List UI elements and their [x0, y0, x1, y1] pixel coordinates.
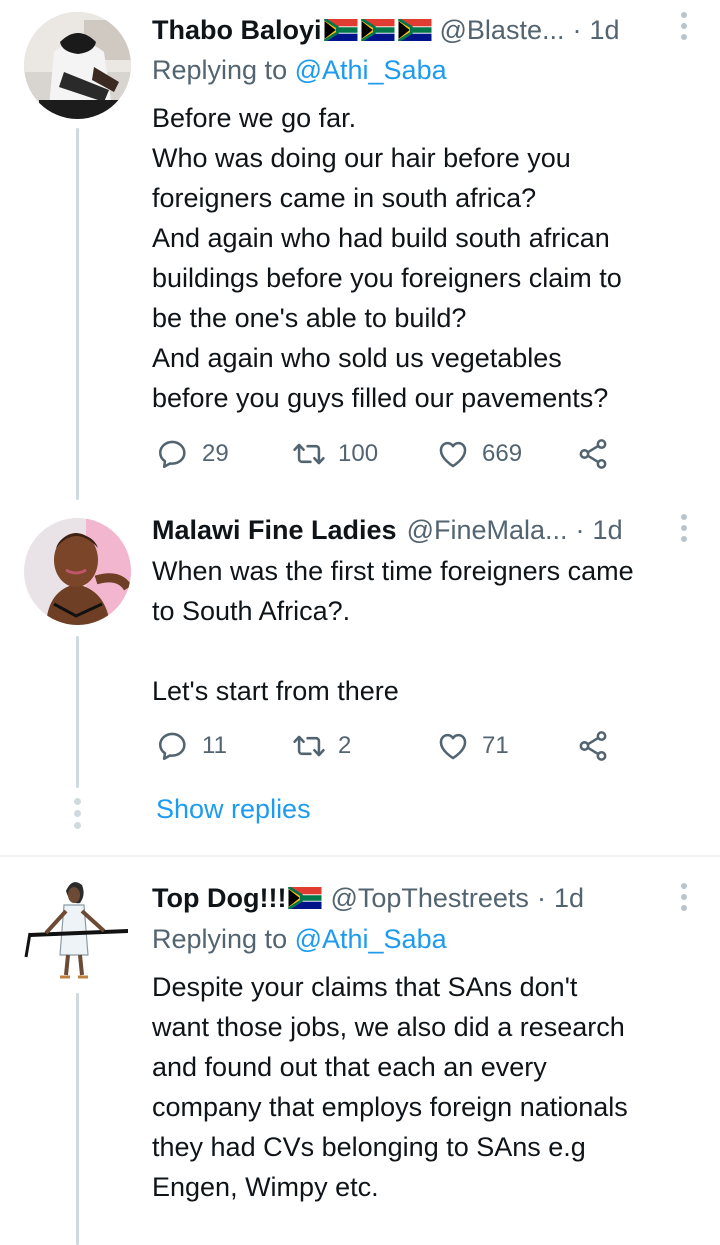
- display-name[interactable]: Top Dog!!!: [152, 883, 286, 914]
- thread-line: [76, 128, 79, 500]
- text-line: before you guys filled our pavements?: [152, 383, 609, 413]
- reply-count: 29: [202, 440, 229, 467]
- tweet-text: Despite your claims that SAns don't want…: [152, 967, 712, 1207]
- replying-to-label: Replying to: [152, 924, 295, 954]
- south-africa-flag-icon: [324, 19, 358, 41]
- more-options-icon[interactable]: [680, 12, 688, 40]
- text-line: want those jobs, we also did a research: [152, 1012, 625, 1042]
- replying-to: Replying to @Athi_Saba: [152, 924, 447, 955]
- separator-dot: ·: [575, 514, 585, 545]
- reply-button[interactable]: 29: [156, 437, 229, 471]
- reply-icon: [156, 437, 190, 471]
- retweet-button[interactable]: 100: [292, 437, 378, 471]
- text-line: they had CVs belonging to SAns e.g: [152, 1132, 586, 1162]
- flag-emojis: [324, 19, 432, 41]
- tweet-header: Top Dog!!! @TopThestreets · 1d: [152, 878, 692, 918]
- text-line: Let's start from there: [152, 676, 399, 706]
- tweet-header: Malawi Fine Ladies @FineMala... · 1d: [152, 510, 692, 550]
- separator-dot: ·: [536, 882, 546, 913]
- thread-continuation-dots: [74, 798, 81, 829]
- tweet-header: Thabo Baloyi @Blaste... · 1d: [152, 10, 692, 50]
- text-line: foreigners came in south africa?: [152, 183, 537, 213]
- retweet-count: 2: [338, 732, 352, 759]
- mention-link[interactable]: @Athi_Saba: [295, 55, 447, 85]
- tweet-text: Before we go far. Who was doing our hair…: [152, 98, 712, 418]
- user-handle[interactable]: @Blaste...: [440, 15, 565, 46]
- more-options-icon[interactable]: [680, 514, 688, 542]
- like-count: 71: [482, 732, 509, 759]
- retweet-icon: [292, 437, 326, 471]
- like-button[interactable]: 71: [436, 729, 509, 763]
- text-line: to South Africa?.: [152, 596, 351, 626]
- replying-to-label: Replying to: [152, 55, 295, 85]
- text-line: Who was doing our hair before you: [152, 143, 571, 173]
- reply-button[interactable]: 11: [156, 729, 227, 763]
- timestamp[interactable]: 1d: [593, 515, 623, 546]
- share-button[interactable]: [576, 729, 610, 763]
- share-button[interactable]: [576, 437, 610, 471]
- text-line: When was the first time foreigners came: [152, 556, 634, 586]
- share-icon: [576, 437, 610, 471]
- text-line: buildings before you foreigners claim to: [152, 263, 622, 293]
- retweet-count: 100: [338, 440, 379, 467]
- user-handle[interactable]: @TopThestreets: [330, 883, 529, 914]
- like-button[interactable]: 669: [436, 437, 522, 471]
- heart-icon: [436, 437, 470, 471]
- like-count: 669: [482, 440, 523, 467]
- south-africa-flag-icon: [398, 19, 432, 41]
- show-replies-link[interactable]: Show replies: [156, 794, 311, 825]
- heart-icon: [436, 729, 470, 763]
- user-handle[interactable]: @FineMala...: [407, 515, 568, 546]
- reply-count: 11: [202, 732, 227, 759]
- text-line: be the one's able to build?: [152, 303, 467, 333]
- flag-emojis: [288, 887, 322, 909]
- timestamp[interactable]: 1d: [589, 15, 619, 46]
- tweet-malawi-fine-ladies[interactable]: Malawi Fine Ladies @FineMala... · 1d Whe…: [0, 500, 720, 855]
- thread-line: [76, 993, 79, 1245]
- tweet-text: When was the first time foreigners came …: [152, 551, 712, 711]
- retweet-button[interactable]: 2: [292, 729, 351, 763]
- more-options-icon[interactable]: [680, 883, 688, 911]
- reply-icon: [156, 729, 190, 763]
- timestamp[interactable]: 1d: [554, 883, 584, 914]
- text-line: company that employs foreign nationals: [152, 1092, 628, 1122]
- thread-line: [76, 636, 79, 788]
- share-icon: [576, 729, 610, 763]
- south-africa-flag-icon: [361, 19, 395, 41]
- retweet-icon: [292, 729, 326, 763]
- text-line: And again who sold us vegetables: [152, 343, 562, 373]
- south-africa-flag-icon: [288, 887, 322, 909]
- text-line: Before we go far.: [152, 103, 357, 133]
- text-line: Despite your claims that SAns don't: [152, 972, 578, 1002]
- display-name[interactable]: Malawi Fine Ladies: [152, 515, 397, 546]
- avatar[interactable]: [24, 875, 131, 982]
- text-line: and found out that each an every: [152, 1052, 547, 1082]
- avatar[interactable]: [24, 518, 131, 625]
- avatar[interactable]: [24, 12, 131, 119]
- tweet-thabo-baloyi[interactable]: Thabo Baloyi @Blaste... · 1d Replying to…: [0, 0, 720, 500]
- separator-dot: ·: [572, 14, 582, 45]
- text-line: And again who had build south african: [152, 223, 610, 253]
- text-line: Engen, Wimpy etc.: [152, 1172, 379, 1202]
- display-name[interactable]: Thabo Baloyi: [152, 15, 322, 46]
- tweet-top-dog[interactable]: Top Dog!!! @TopThestreets · 1d Replying …: [0, 857, 720, 1245]
- text-line: [152, 631, 712, 671]
- replying-to: Replying to @Athi_Saba: [152, 55, 447, 86]
- mention-link[interactable]: @Athi_Saba: [295, 924, 447, 954]
